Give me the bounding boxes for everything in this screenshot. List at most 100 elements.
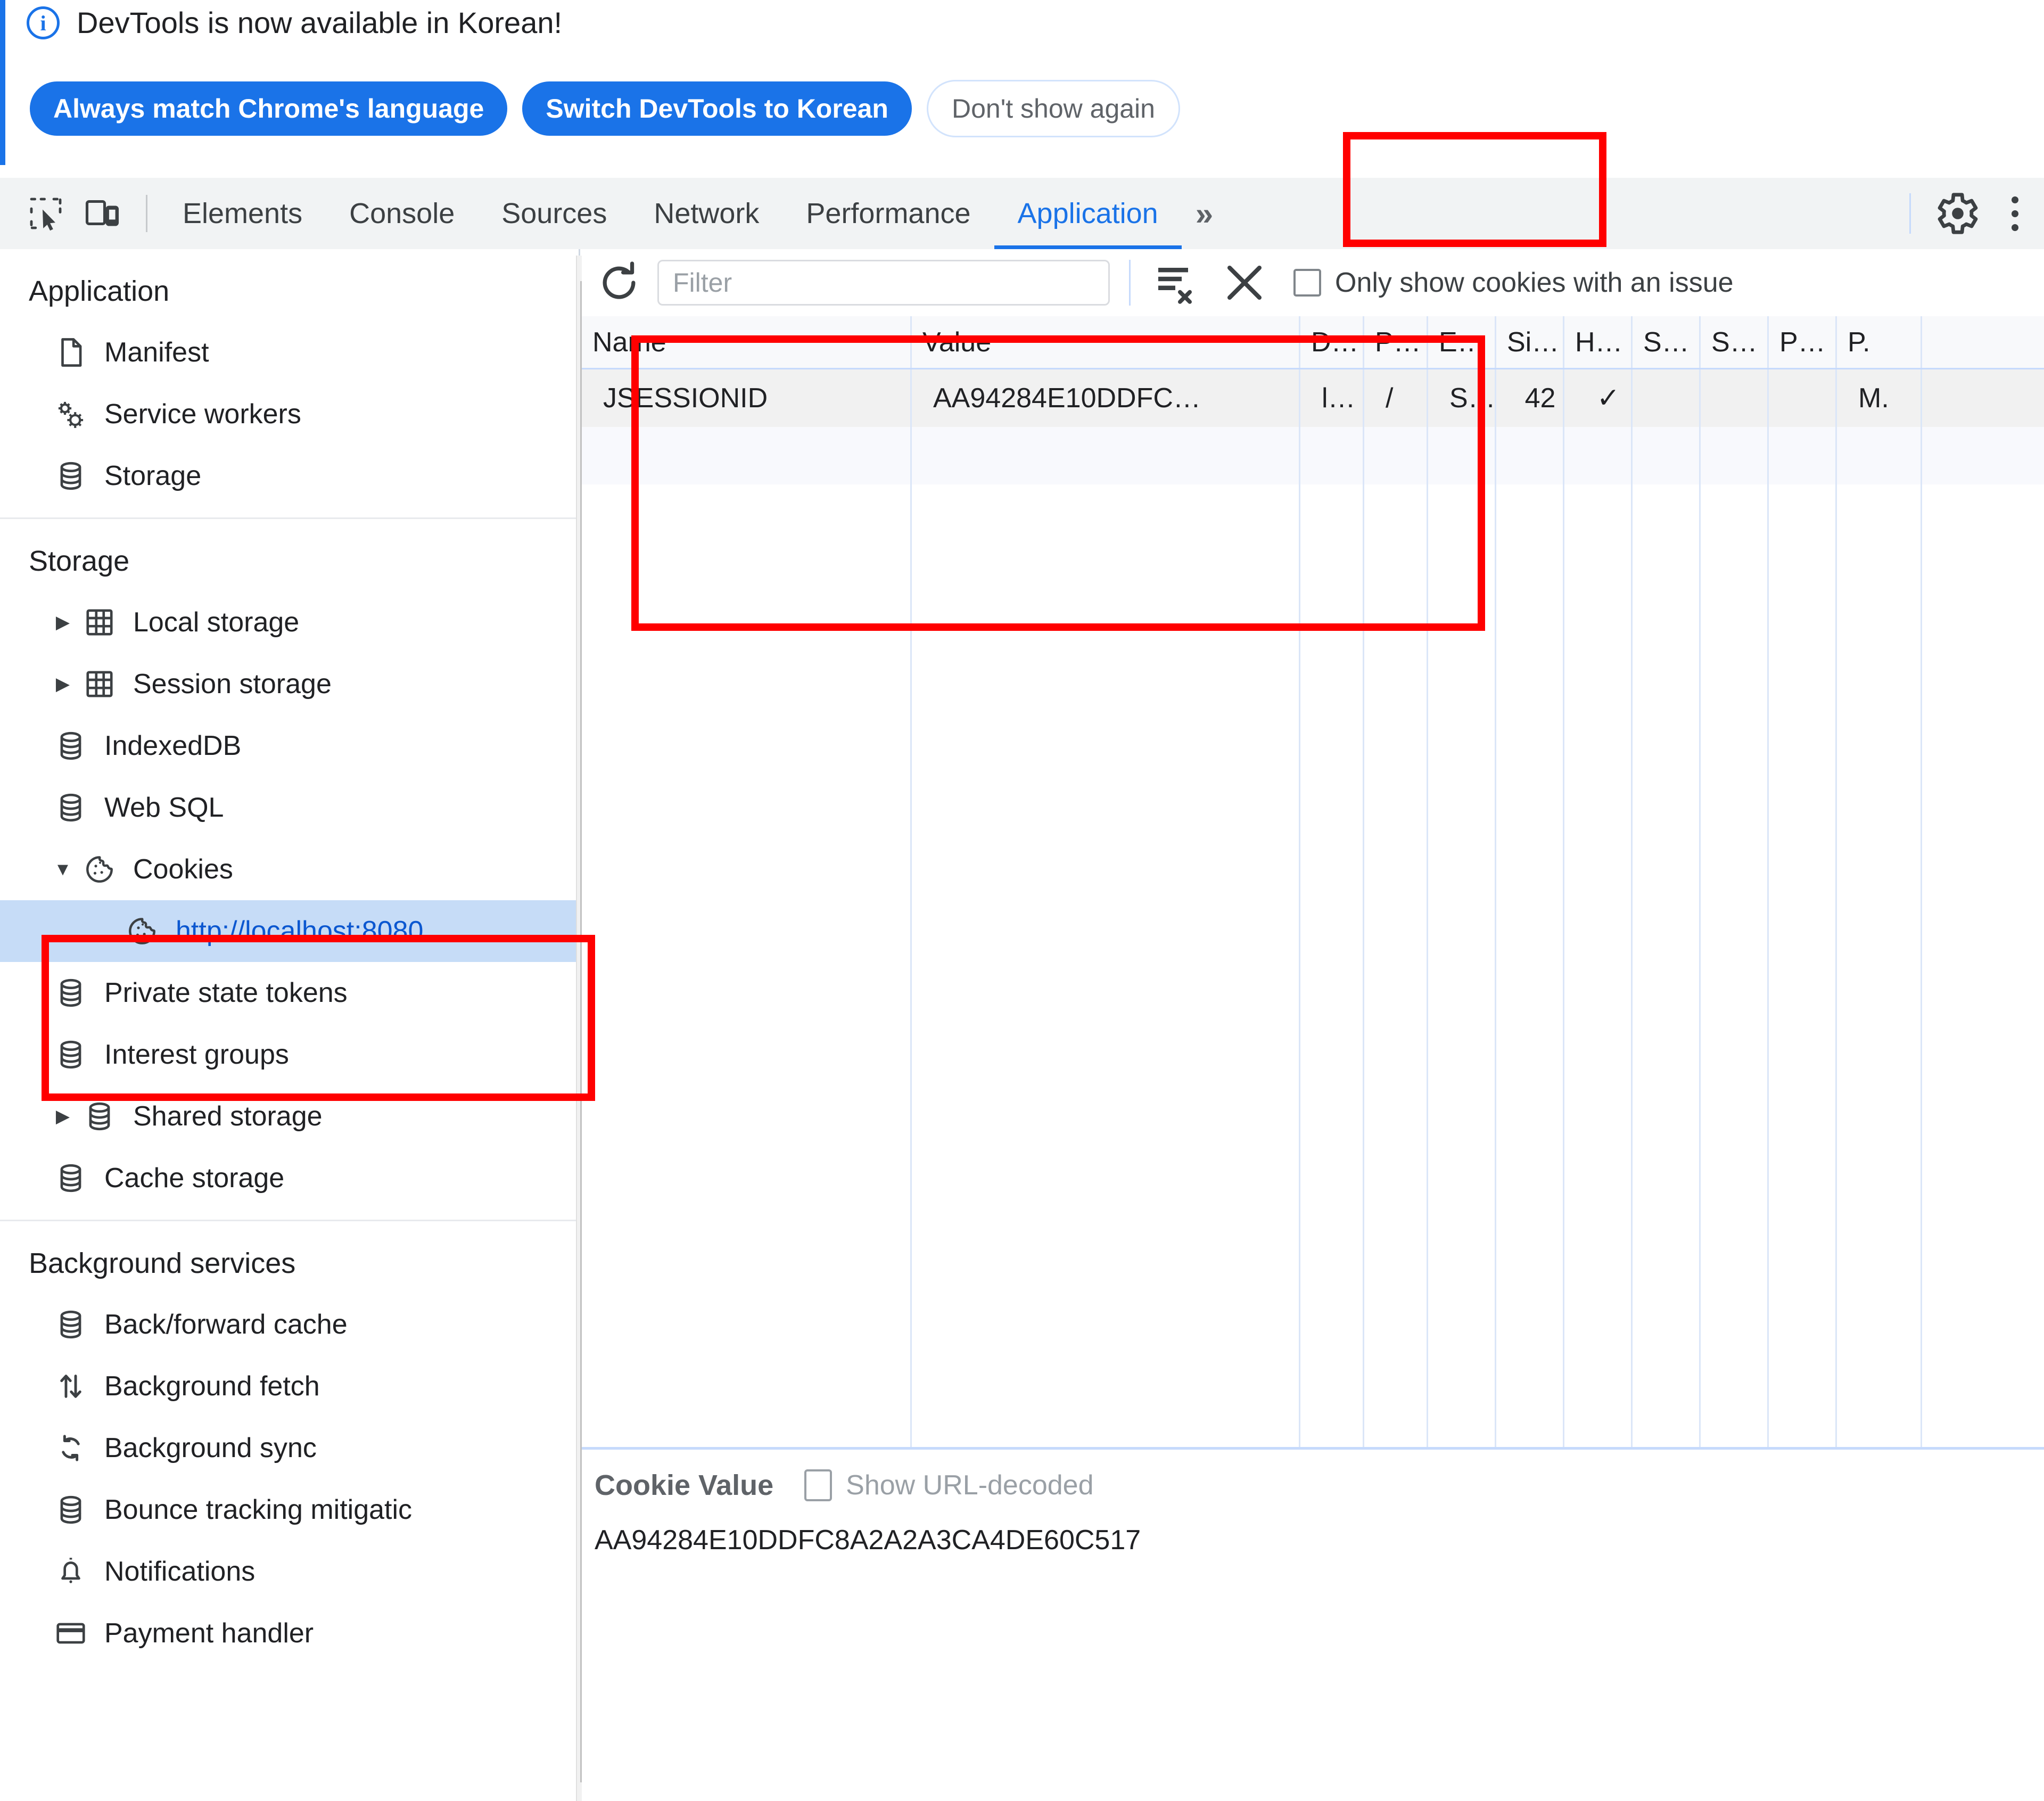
tab-label: Elements bbox=[183, 198, 303, 229]
show-url-decoded-checkbox[interactable] bbox=[804, 1469, 833, 1501]
sidebar-item-background-sync[interactable]: Background sync bbox=[0, 1417, 579, 1479]
column-header[interactable]: H… bbox=[1564, 316, 1633, 368]
tab-label: Performance bbox=[806, 198, 971, 229]
column-header[interactable]: D… bbox=[1300, 316, 1364, 368]
column-header[interactable]: P. bbox=[1837, 316, 1922, 368]
sidebar-item-label: http://localhost:8080 bbox=[176, 916, 424, 947]
only-show-issues-checkbox-wrapper[interactable]: Only show cookies with an issue bbox=[1293, 267, 1734, 299]
column-header[interactable]: S… bbox=[1701, 316, 1769, 368]
filter-input[interactable] bbox=[657, 260, 1110, 306]
column-header[interactable]: Value bbox=[912, 316, 1300, 368]
sidebar-item-http-localhost-8080[interactable]: http://localhost:8080 bbox=[0, 900, 579, 962]
sidebar-item-shared-storage[interactable]: ▶ Shared storage bbox=[0, 1085, 579, 1147]
column-header[interactable]: Name bbox=[582, 316, 912, 368]
column-header[interactable]: S… bbox=[1633, 316, 1701, 368]
tab-console[interactable]: Console bbox=[326, 177, 478, 250]
empty-cell bbox=[1300, 484, 1364, 1448]
card-icon bbox=[51, 1617, 90, 1650]
switch-devtools-to-korean-button[interactable]: Switch DevTools to Korean bbox=[522, 81, 912, 136]
sidebar-group-title: Storage bbox=[29, 545, 130, 577]
column-header[interactable]: P… bbox=[1364, 316, 1428, 368]
sidebar-item-label: Background sync bbox=[104, 1433, 317, 1463]
database-icon bbox=[51, 1038, 90, 1071]
empty-cell bbox=[1364, 427, 1428, 484]
show-url-decoded-checkbox-wrapper[interactable]: Show URL-decoded bbox=[804, 1469, 1094, 1501]
sidebar-item-indexeddb[interactable]: IndexedDB bbox=[0, 715, 579, 777]
sidebar-item-private-state-tokens[interactable]: Private state tokens bbox=[0, 962, 579, 1024]
always-match-chrome-language-button[interactable]: Always match Chrome's language bbox=[30, 81, 508, 136]
tab-application[interactable]: Application bbox=[994, 177, 1182, 250]
sidebar-item-session-storage[interactable]: ▶ Session storage bbox=[0, 653, 579, 715]
tab-label: Network bbox=[654, 198, 760, 229]
chevron-right-icon[interactable]: ▶ bbox=[51, 612, 75, 633]
empty-cell bbox=[1837, 427, 1922, 484]
sidebar-item-label: Local storage bbox=[133, 607, 300, 638]
gear-icon[interactable] bbox=[1930, 188, 1981, 239]
empty-cell bbox=[912, 484, 1300, 1448]
empty-cell bbox=[912, 427, 1300, 484]
sidebar-item-interest-groups[interactable]: Interest groups bbox=[0, 1024, 579, 1085]
sidebar-item-background-fetch[interactable]: Background fetch bbox=[0, 1355, 579, 1417]
sidebar-item-storage[interactable]: Storage bbox=[0, 445, 579, 507]
sidebar-item-label: Payment handler bbox=[104, 1618, 314, 1649]
empty-cell bbox=[582, 427, 912, 484]
column-header[interactable]: Si… bbox=[1496, 316, 1564, 368]
toolbar-left-icons bbox=[0, 189, 159, 238]
sidebar-item-bounce-tracking-mitigatic[interactable]: Bounce tracking mitigatic bbox=[0, 1479, 579, 1541]
refresh-icon[interactable] bbox=[595, 258, 644, 307]
sidebar-item-label: IndexedDB bbox=[104, 730, 242, 761]
table-row[interactable]: JSESSIONID AA94284E10DDFC… l… / S… 42 ✓ M. bbox=[582, 369, 2044, 427]
toolbar-separator bbox=[146, 195, 147, 232]
sidebar-item-web-sql[interactable]: Web SQL bbox=[0, 777, 579, 838]
dont-show-again-button[interactable]: Don't show again bbox=[926, 80, 1180, 137]
toolbar-right-separator bbox=[1909, 193, 1911, 234]
tab-sources[interactable]: Sources bbox=[478, 177, 630, 250]
sidebar-item-back-forward-cache[interactable]: Back/forward cache bbox=[0, 1294, 579, 1355]
sidebar-item-service-workers[interactable]: Service workers bbox=[0, 383, 579, 445]
tab-network[interactable]: Network bbox=[630, 177, 782, 250]
cookie-value-header: Cookie Value Show URL-decoded bbox=[595, 1469, 2044, 1502]
empty-cell bbox=[1428, 427, 1496, 484]
more-tabs-icon[interactable]: » bbox=[1182, 195, 1227, 232]
column-header[interactable]: E… bbox=[1428, 316, 1496, 368]
sidebar-item-label: Service workers bbox=[104, 399, 301, 430]
sidebar-item-local-storage[interactable]: ▶ Local storage bbox=[0, 591, 579, 653]
column-header[interactable]: P… bbox=[1769, 316, 1837, 368]
sidebar-item-label: Storage bbox=[104, 460, 202, 491]
notification-message-row: i DevTools is now available in Korean! bbox=[27, 5, 562, 40]
sidebar-item-payment-handler[interactable]: Payment handler bbox=[0, 1602, 579, 1664]
sidebar-item-cookies[interactable]: ▼ Cookies bbox=[0, 838, 579, 900]
three-dots-icon[interactable] bbox=[1996, 188, 2033, 239]
cookie-icon bbox=[122, 915, 162, 948]
cell-domain: l… bbox=[1300, 369, 1364, 427]
sidebar-group-storage: Storage ▶ Local storage ▶ Session storage Ind… bbox=[0, 519, 579, 1221]
cell-expires: S… bbox=[1428, 369, 1496, 427]
chevron-down-icon[interactable]: ▼ bbox=[51, 859, 75, 880]
devtools-window: i DevTools is now available in Korean! A… bbox=[0, 0, 2044, 1801]
sidebar-item-label: Shared storage bbox=[133, 1101, 323, 1132]
empty-cell bbox=[1633, 427, 1701, 484]
sidebar-item-label: Cache storage bbox=[104, 1163, 285, 1194]
sidebar-item-notifications[interactable]: Notifications bbox=[0, 1541, 579, 1602]
chevron-right-icon[interactable]: ▶ bbox=[51, 1106, 75, 1127]
clear-filtered-cookies-icon[interactable] bbox=[1150, 257, 1201, 308]
database-icon bbox=[51, 1308, 90, 1341]
empty-cell bbox=[1701, 484, 1769, 1448]
sidebar-item-manifest[interactable]: Manifest bbox=[0, 322, 579, 383]
tab-performance[interactable]: Performance bbox=[782, 177, 994, 250]
chevron-right-icon[interactable]: ▶ bbox=[51, 673, 75, 695]
device-toolbar-icon[interactable] bbox=[78, 189, 127, 238]
cell-name: JSESSIONID bbox=[582, 369, 912, 427]
only-show-issues-checkbox[interactable] bbox=[1293, 269, 1321, 297]
table-icon bbox=[80, 668, 119, 701]
inspect-element-icon[interactable] bbox=[21, 189, 70, 238]
cell-size: 42 bbox=[1496, 369, 1564, 427]
cookie-icon bbox=[80, 853, 119, 886]
sidebar-item-label: Session storage bbox=[133, 669, 332, 700]
tab-elements[interactable]: Elements bbox=[159, 177, 326, 250]
table-empty-area bbox=[582, 484, 2044, 1448]
empty-cell bbox=[1564, 427, 1633, 484]
cell-priority: M. bbox=[1837, 369, 1922, 427]
clear-all-cookies-icon[interactable] bbox=[1219, 257, 1270, 308]
sidebar-item-cache-storage[interactable]: Cache storage bbox=[0, 1147, 579, 1209]
